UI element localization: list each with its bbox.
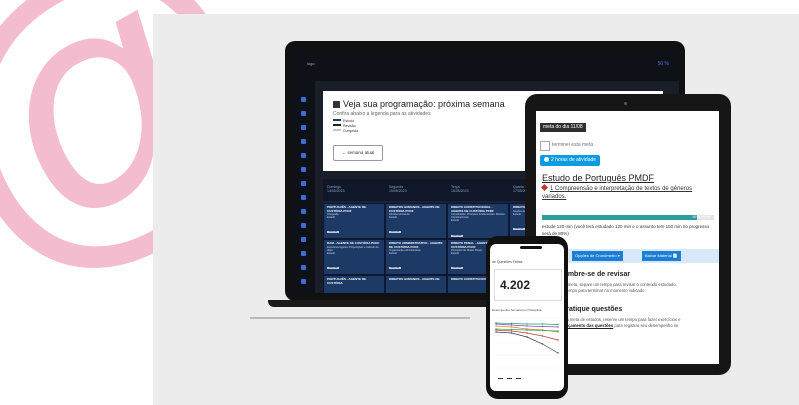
checkbox-icon: [333, 101, 340, 108]
phone-device: de Questões Feitas 4.202 Desempenho Sema…: [486, 236, 568, 399]
chart-legend: ... ... ...: [498, 378, 524, 381]
calendar-icon[interactable]: [301, 111, 306, 116]
schedule-cell[interactable]: PORTUGUÊS - AGENTE DE CUSTÓDIA: [323, 275, 385, 293]
progress-bar: 90% a fazer: [542, 215, 714, 220]
chart-point: [495, 325, 497, 327]
user-icon[interactable]: [301, 237, 306, 242]
app-logo: logo: [307, 61, 315, 66]
chart-point: [541, 325, 544, 328]
chart-point: [541, 323, 544, 325]
chart-icon[interactable]: [301, 153, 306, 158]
chart-series-line: [495, 329, 559, 341]
schedule-cell[interactable]: DIREITO ADMINISTRATIVO - AGENTE DE CUSTÓ…: [385, 239, 447, 275]
chart-point: [541, 343, 544, 345]
previous-week-button[interactable]: ← semana atual: [333, 145, 383, 161]
chart-point: [557, 352, 559, 354]
tablet-camera: [624, 102, 627, 105]
download-material-button[interactable]: Baixar Material 📄: [642, 251, 681, 261]
day-header: Segunda 15/05/2023: [385, 179, 447, 201]
laptop-topbar: logo 50 %: [293, 51, 679, 81]
page-subtitle: Confira abaixo a legenda para as ativida…: [333, 111, 431, 117]
chart-point: [557, 330, 559, 332]
legend-item: ...: [515, 378, 524, 381]
page-title-text: Veja sua programação: próxima semana: [343, 99, 505, 109]
chart-point: [510, 330, 513, 332]
schedule-cell[interactable]: DIREITO CONSTITUCIONAL - AGENTE DE CUSTÓ…: [447, 203, 509, 239]
legend-item: ...: [506, 378, 515, 381]
chart-point: [510, 332, 513, 334]
chart-point: [495, 331, 497, 333]
laptop-sidebar: [293, 81, 315, 293]
study-note: estude 120 min (você terá estudado 120 m…: [542, 224, 710, 236]
progress-label: 90% a fazer: [692, 215, 711, 219]
bell-icon[interactable]: [301, 251, 306, 256]
chart-point: [526, 323, 528, 325]
chart-point: [495, 329, 497, 331]
questions-stat-label: de Questões Feitas: [492, 260, 523, 264]
questions-stat-value: 4.202: [500, 278, 531, 292]
chart-point: [526, 325, 528, 327]
chart-point: [510, 326, 513, 328]
chart-point: [526, 329, 528, 331]
play-icon[interactable]: [301, 279, 306, 284]
timer-options-button[interactable]: Opções de Cronômetro ▾: [572, 251, 623, 261]
check-icon[interactable]: [301, 139, 306, 144]
chart-point: [557, 326, 559, 328]
tip-review-body: da meta, separe um tempo para revisar o …: [562, 282, 677, 294]
clock-icon[interactable]: [301, 167, 306, 172]
weekly-performance-chart: [495, 317, 559, 369]
info-icon: [544, 157, 549, 162]
schedule-cell[interactable]: DIREITOS HUMANOS - AGENTE DE: [385, 275, 447, 293]
day-header: Domingo 14/05/2023: [323, 179, 385, 201]
finished-checkbox-label: terminei esta meta: [552, 142, 594, 148]
chart-point: [510, 322, 513, 325]
phone-notch: [520, 246, 542, 249]
chart-title: Desempenho Semanal por Disciplina: [492, 308, 542, 312]
chart-point: [541, 335, 544, 337]
schedule-cell[interactable]: DIREITOS HUMANOS - AGENTE DE CUSTÓDIA PC…: [385, 203, 447, 239]
chart-point: [526, 332, 528, 334]
progress-bar-fill: [542, 215, 697, 220]
book-icon[interactable]: [301, 209, 306, 214]
day-header: Terça 16/05/2023: [447, 179, 509, 201]
legend-item-cumprida: Cumprida: [333, 129, 358, 133]
chart-point: [495, 322, 497, 324]
schedule-cell[interactable]: PORTUGUÊS - AGENTE DE CUSTÓDIA PCDF Ortog…: [323, 203, 385, 239]
tip-practice-body: sua meta de estudos, reserve um tempo pa…: [562, 317, 681, 329]
gear-icon[interactable]: [301, 125, 306, 130]
tip-practice-title: pratique questões: [562, 306, 623, 313]
topic-text: 1 Compreensão e interpretação de textos …: [540, 183, 712, 202]
chart-point: [541, 329, 544, 332]
hours-badge: 2 horas de atividade: [540, 155, 601, 166]
legend-item-estudo: Estudo: [333, 119, 354, 123]
list-icon[interactable]: [301, 181, 306, 186]
legend-item-revisao: Revisão: [333, 124, 356, 128]
page-title: Veja sua programação: próxima semana: [333, 99, 505, 109]
phone-screen: de Questões Feitas 4.202 Desempenho Sema…: [490, 244, 564, 391]
shelf-line: [250, 317, 470, 319]
chart-point: [510, 324, 513, 326]
legend-item: ...: [498, 378, 506, 381]
subject-title[interactable]: Estudo de Português PMDF: [542, 173, 654, 183]
trophy-icon[interactable]: [301, 223, 306, 228]
chart-point: [526, 336, 528, 338]
finished-checkbox[interactable]: [540, 141, 550, 151]
progress-readout: 50 %: [657, 61, 669, 67]
home-icon[interactable]: [301, 97, 306, 102]
chart-point: [510, 328, 513, 331]
chart-point: [557, 323, 559, 326]
chart-point: [557, 339, 559, 341]
chart-series-line: [495, 331, 559, 354]
questions-link[interactable]: lançamento das questões: [562, 323, 613, 328]
tip-review-title: lembre-se de revisar: [562, 271, 631, 278]
schedule-cell[interactable]: RAM - AGENTE DE CUSTÓDIA PCDF Estruturas …: [323, 239, 385, 275]
pin-icon: [540, 183, 549, 192]
meta-badge: meta do dia 11/08: [540, 123, 586, 132]
folder-icon[interactable]: [301, 195, 306, 200]
share-icon[interactable]: [301, 265, 306, 270]
